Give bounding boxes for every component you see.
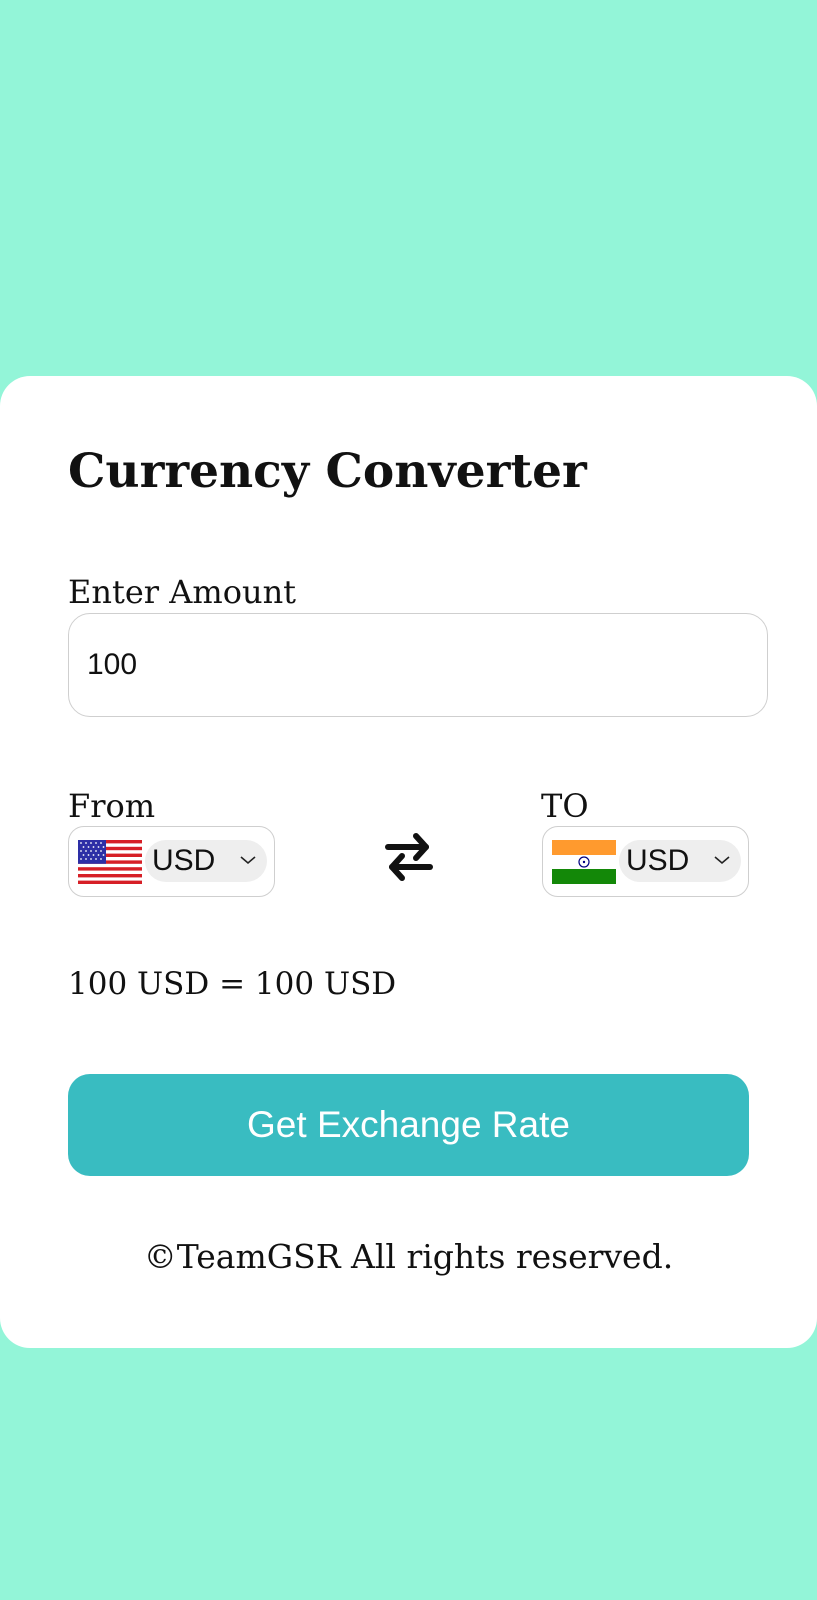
footer-copyright: ©TeamGSR All rights reserved.: [143, 1237, 674, 1276]
from-currency-select[interactable]: USD: [145, 840, 267, 882]
to-currency-select[interactable]: USD: [619, 840, 741, 882]
to-currency-value: USD: [626, 844, 690, 877]
swap-arrows-icon[interactable]: [381, 829, 437, 885]
united-states-flag-icon: [78, 840, 142, 884]
to-label: TO: [541, 787, 589, 825]
chevron-down-icon: [240, 856, 256, 865]
to-currency-container: USD: [542, 826, 749, 897]
amount-label: Enter Amount: [68, 573, 297, 611]
from-currency-container: USD: [68, 826, 275, 897]
chevron-down-icon: [714, 856, 730, 865]
from-label: From: [68, 787, 156, 825]
page-title: Currency Converter: [68, 444, 587, 499]
conversion-result: 100 USD = 100 USD: [68, 966, 397, 1002]
india-flag-icon: [552, 840, 616, 884]
get-exchange-rate-button[interactable]: Get Exchange Rate: [68, 1074, 749, 1176]
amount-input[interactable]: [68, 613, 768, 717]
from-currency-value: USD: [152, 844, 216, 877]
